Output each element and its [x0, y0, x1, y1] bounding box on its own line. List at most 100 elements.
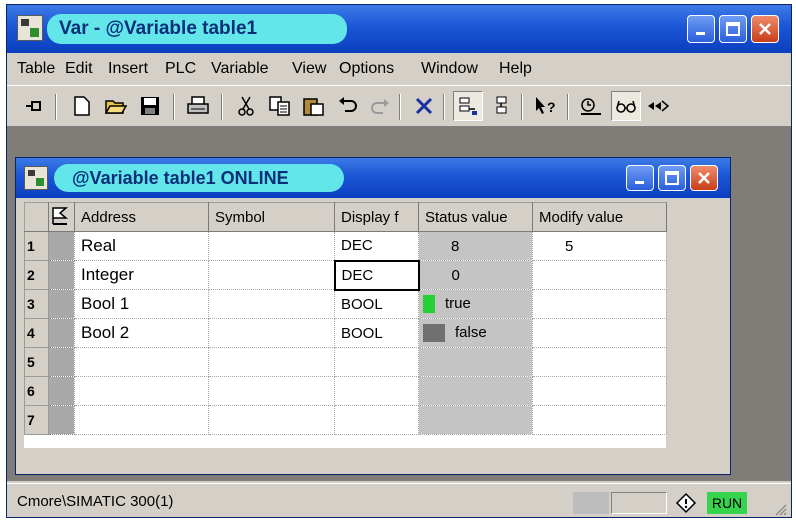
copy-button[interactable]: [265, 91, 295, 121]
modify-value-cell[interactable]: [532, 318, 667, 348]
header-status-value[interactable]: Status value: [418, 202, 533, 232]
address-cell[interactable]: Real: [74, 231, 209, 261]
table-row[interactable]: 1 Real DEC 8 5: [24, 231, 667, 261]
cut-button[interactable]: [231, 91, 261, 121]
header-symbol[interactable]: Symbol: [208, 202, 335, 232]
toolbar-separator: [521, 94, 523, 120]
row-number[interactable]: 2: [24, 260, 49, 290]
menu-table[interactable]: Table: [17, 60, 55, 78]
print-icon: [187, 96, 209, 114]
send-button[interactable]: [643, 91, 673, 121]
menu-insert[interactable]: Insert: [108, 60, 148, 78]
redo-button[interactable]: [365, 91, 395, 121]
display-format-cell[interactable]: [334, 376, 419, 406]
symbol-cell[interactable]: [208, 347, 335, 377]
title-bar[interactable]: Var - @Variable table1: [7, 5, 791, 53]
menu-options[interactable]: Options: [339, 60, 394, 78]
modify-value-cell[interactable]: [532, 347, 667, 377]
child-close-button[interactable]: [690, 165, 718, 191]
new-icon: [74, 96, 90, 116]
modify-value-cell[interactable]: [532, 260, 667, 290]
header-address[interactable]: Address: [74, 202, 209, 232]
display-format-cell[interactable]: DEC: [334, 231, 419, 261]
symbol-cell[interactable]: [208, 318, 335, 348]
table-row[interactable]: 3 Bool 1 BOOL true: [24, 289, 667, 319]
menu-help[interactable]: Help: [499, 60, 532, 78]
table-row[interactable]: 5: [24, 347, 667, 377]
row-marker: [48, 289, 75, 319]
modify-variable-button[interactable]: [487, 91, 517, 121]
display-format-cell[interactable]: DEC: [333, 259, 420, 291]
row-number[interactable]: 3: [24, 289, 49, 319]
pin-button[interactable]: [19, 91, 49, 121]
status-value-cell: 8: [418, 231, 533, 261]
new-button[interactable]: [67, 91, 97, 121]
menu-plc[interactable]: PLC: [165, 60, 196, 78]
table-row[interactable]: 6: [24, 376, 667, 406]
modify-variable-icon: [496, 96, 507, 114]
delete-icon: [415, 97, 433, 115]
row-number[interactable]: 6: [24, 376, 49, 406]
child-window-title: @Variable table1 ONLINE: [72, 168, 289, 188]
menu-view[interactable]: View: [292, 60, 326, 78]
row-number[interactable]: 1: [24, 231, 49, 261]
symbol-cell[interactable]: [208, 231, 335, 261]
paste-button[interactable]: [299, 91, 329, 121]
address-cell[interactable]: Bool 2: [74, 318, 209, 348]
menu-variable[interactable]: Variable: [211, 60, 269, 78]
row-number[interactable]: 5: [24, 347, 49, 377]
symbol-cell[interactable]: [208, 260, 335, 290]
symbol-cell[interactable]: [208, 376, 335, 406]
print-button[interactable]: [183, 91, 213, 121]
address-cell[interactable]: Bool 1: [74, 289, 209, 319]
display-format-cell[interactable]: [334, 347, 419, 377]
symbol-cell[interactable]: [208, 405, 335, 435]
menu-edit[interactable]: Edit: [65, 60, 93, 78]
table-row[interactable]: 7: [24, 405, 667, 435]
row-number[interactable]: 7: [24, 405, 49, 435]
close-button[interactable]: [751, 15, 779, 43]
modify-value-cell[interactable]: [532, 289, 667, 319]
modify-value-cell[interactable]: [532, 405, 667, 435]
address-cell[interactable]: Integer: [74, 260, 209, 290]
table-icon[interactable]: [24, 166, 48, 190]
child-maximize-button[interactable]: [658, 165, 686, 191]
modify-value-cell[interactable]: [532, 376, 667, 406]
app-icon[interactable]: [17, 15, 43, 41]
table-row[interactable]: 2 Integer DEC 0: [24, 259, 667, 291]
monitor-variable-icon: [459, 97, 477, 115]
symbol-cell[interactable]: [208, 289, 335, 319]
table-row[interactable]: 4 Bool 2 BOOL false: [24, 318, 667, 348]
resize-grip-icon[interactable]: [773, 502, 787, 516]
open-button[interactable]: [101, 91, 131, 121]
context-help-button[interactable]: ?: [531, 91, 561, 121]
address-cell[interactable]: [74, 347, 209, 377]
svg-text:?: ?: [547, 99, 556, 115]
maximize-button[interactable]: [719, 15, 747, 43]
save-button[interactable]: [135, 91, 165, 121]
monitor-button[interactable]: [611, 91, 641, 121]
display-format-cell[interactable]: BOOL: [334, 289, 419, 319]
display-format-cell[interactable]: BOOL: [334, 318, 419, 348]
modify-value-cell[interactable]: 5: [532, 231, 667, 261]
table-header-row: Address Symbol Display f Status value Mo…: [24, 202, 667, 232]
child-minimize-button[interactable]: [626, 165, 654, 191]
header-modify-value[interactable]: Modify value: [532, 202, 667, 232]
child-title-bar[interactable]: @Variable table1 ONLINE: [16, 158, 730, 198]
undo-button[interactable]: [333, 91, 363, 121]
toolbar-separator: [567, 94, 569, 120]
menu-window[interactable]: Window: [421, 60, 478, 78]
address-cell[interactable]: [74, 405, 209, 435]
minimize-button[interactable]: [687, 15, 715, 43]
menu-bar: Table Edit Insert PLC Variable View Opti…: [7, 53, 791, 83]
redo-icon: [371, 99, 389, 114]
variable-table: Address Symbol Display f Status value Mo…: [24, 202, 667, 448]
address-cell[interactable]: [74, 376, 209, 406]
monitor-variable-button[interactable]: [453, 91, 483, 121]
status-connection: Cmore\SIMATIC 300(1): [17, 493, 174, 510]
trigger-button[interactable]: [577, 91, 607, 121]
header-display-format[interactable]: Display f: [334, 202, 419, 232]
display-format-cell[interactable]: [334, 405, 419, 435]
delete-button[interactable]: [409, 91, 439, 121]
row-number[interactable]: 4: [24, 318, 49, 348]
